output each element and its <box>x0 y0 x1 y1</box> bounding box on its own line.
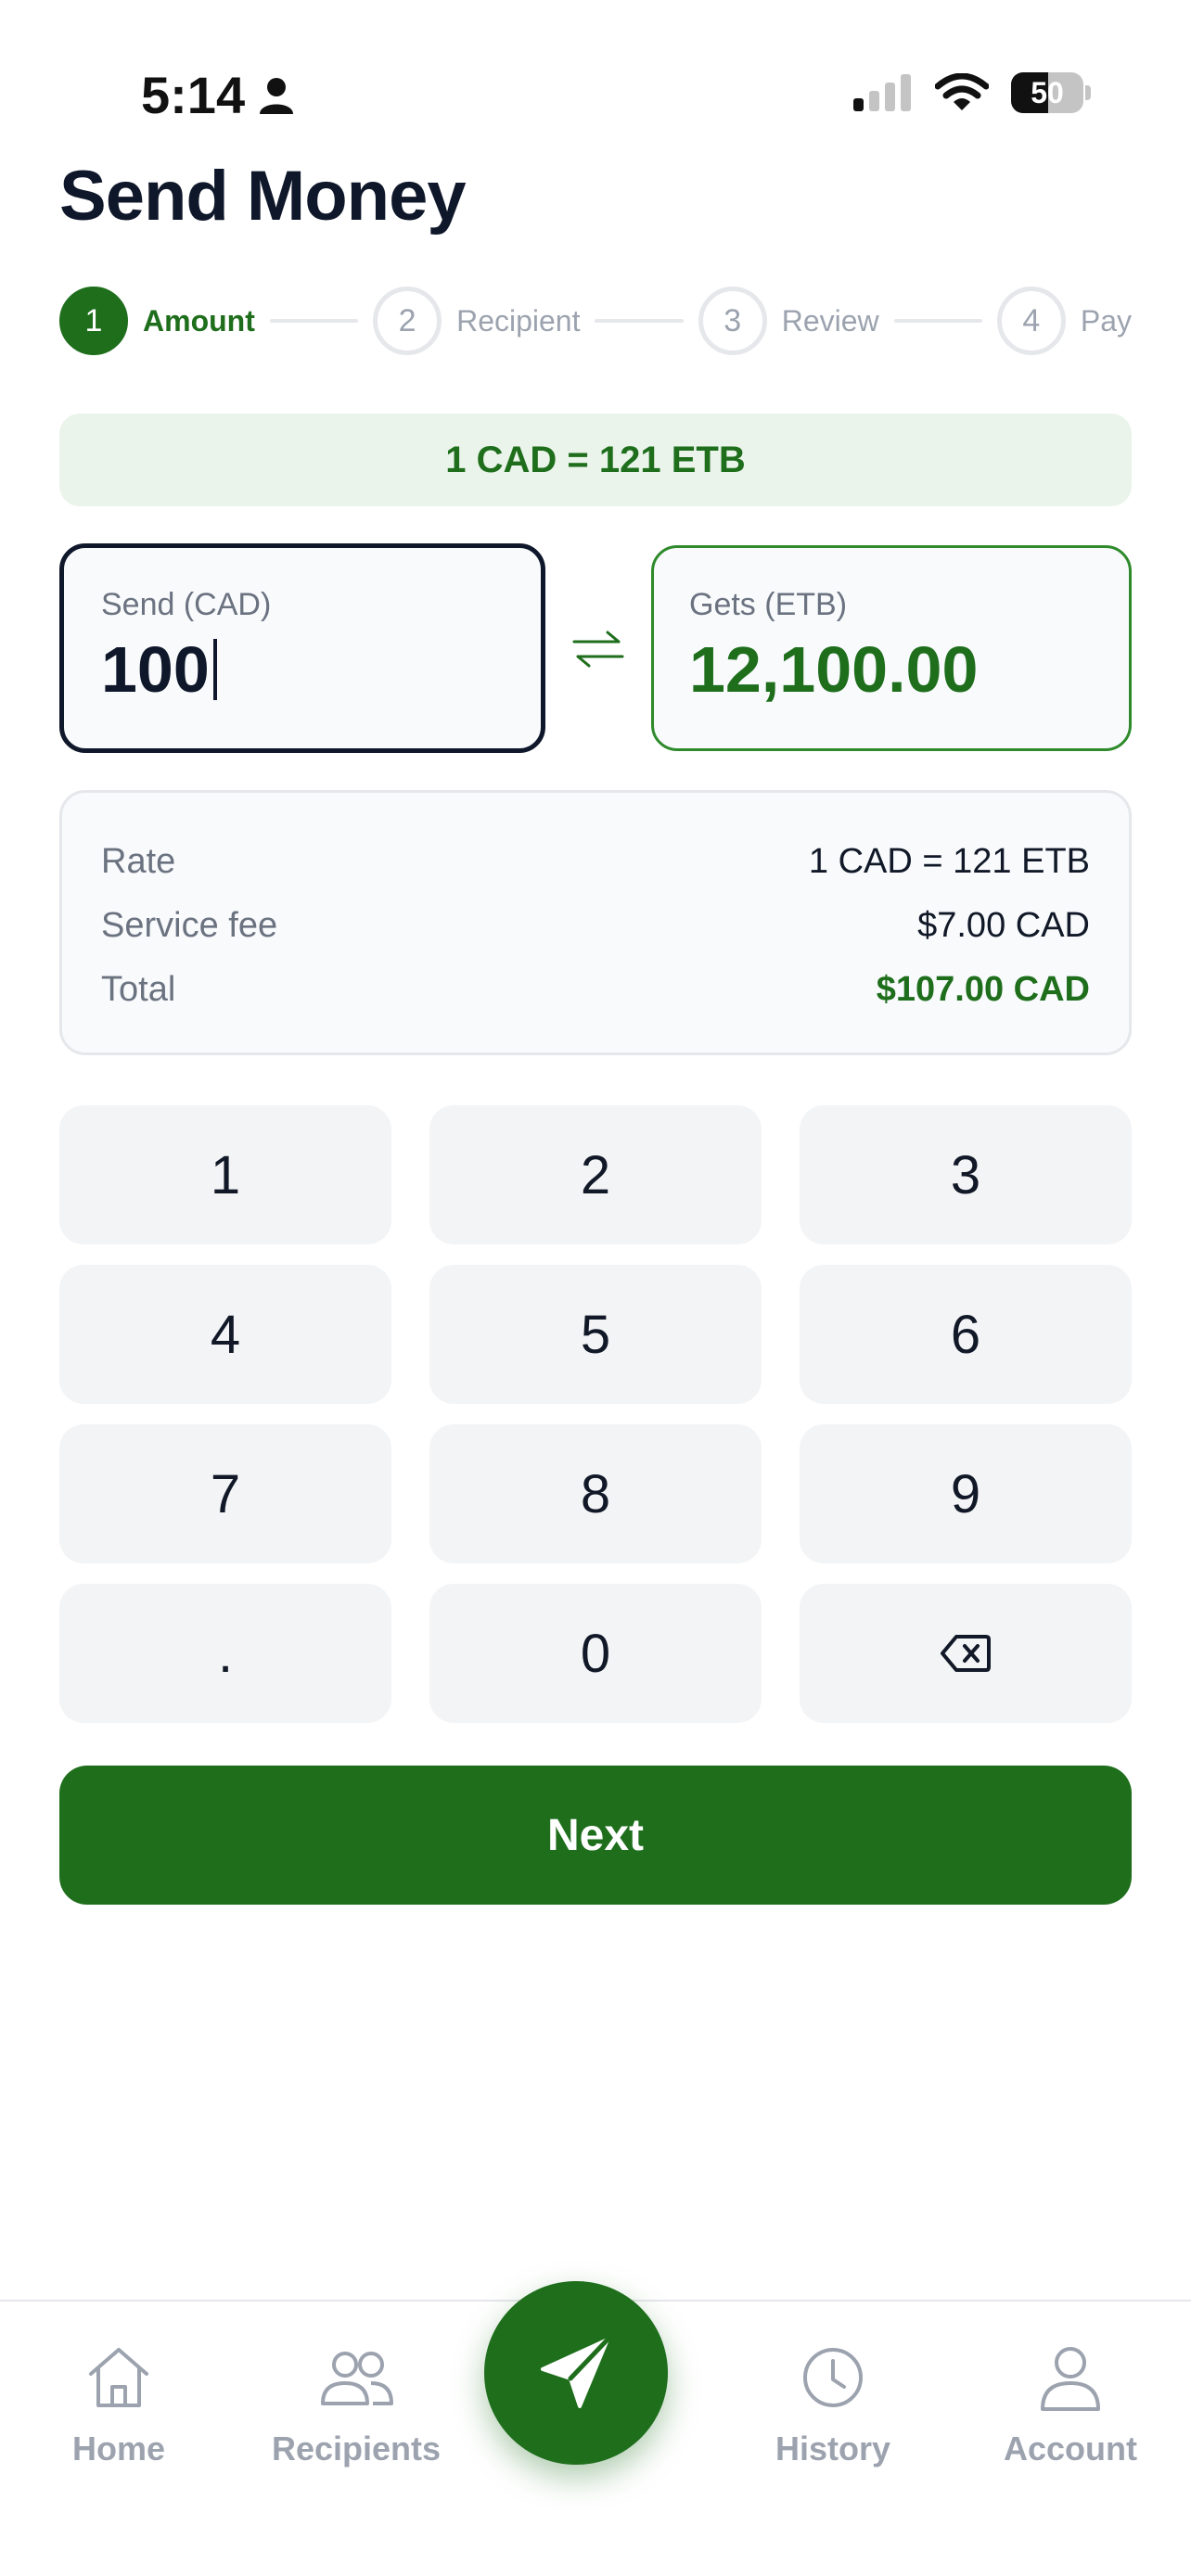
step-label: Pay <box>1080 303 1132 338</box>
summary-label: Total <box>101 970 176 1009</box>
page-title: Send Money <box>59 157 467 236</box>
gets-amount-display: Gets (ETB) 12,100.00 <box>651 545 1132 751</box>
users-icon <box>321 2352 393 2405</box>
step-label: Amount <box>143 303 255 338</box>
summary-value: 1 CAD = 121 ETB <box>808 842 1090 881</box>
step-review[interactable]: 3 Review <box>698 287 879 355</box>
home-icon <box>89 2348 148 2407</box>
nav-label: Home <box>71 2429 166 2468</box>
nav-item-recipients[interactable]: Recipients <box>254 2342 458 2500</box>
send-amount-input[interactable]: Send (CAD) 100 <box>59 543 545 753</box>
summary-label: Service fee <box>101 906 278 945</box>
step-number: 3 <box>698 287 767 355</box>
step-amount[interactable]: 1 Amount <box>59 287 255 355</box>
key-7[interactable]: 7 <box>59 1424 391 1563</box>
step-number: 4 <box>996 287 1066 355</box>
step-label: Recipient <box>456 303 581 338</box>
clock-icon <box>803 2348 863 2407</box>
key-1[interactable]: 1 <box>59 1105 391 1244</box>
key-4[interactable]: 4 <box>59 1265 391 1404</box>
step-pay[interactable]: 4 Pay <box>996 287 1132 355</box>
key-9[interactable]: 9 <box>800 1424 1132 1563</box>
backspace-icon <box>941 1635 991 1672</box>
person-icon <box>260 77 294 114</box>
key-6[interactable]: 6 <box>800 1265 1132 1404</box>
key-5[interactable]: 5 <box>429 1265 762 1404</box>
key-2[interactable]: 2 <box>429 1105 762 1244</box>
text-caret <box>212 639 217 700</box>
key-3[interactable]: 3 <box>800 1105 1132 1244</box>
summary-total-value: $107.00 CAD <box>876 970 1090 1009</box>
number-keypad: 1 2 3 4 5 6 7 8 9 . 0 <box>59 1105 1132 1723</box>
stepper: 1 Amount 2 Recipient 3 Review 4 Pay <box>59 284 1132 358</box>
exchange-rate-banner: 1 CAD = 121 ETB <box>59 414 1132 506</box>
step-connector <box>893 319 982 323</box>
next-button[interactable]: Next <box>59 1766 1132 1905</box>
send-icon <box>541 2337 610 2408</box>
status-icons: 50 <box>853 72 1091 113</box>
nav-item-account[interactable]: Account <box>968 2342 1172 2500</box>
gets-value: 12,100.00 <box>689 633 979 706</box>
summary-row-total: Total $107.00 CAD <box>101 958 1090 1022</box>
summary-row-rate: Rate 1 CAD = 121 ETB <box>101 830 1090 894</box>
nav-label: Account <box>1004 2429 1137 2468</box>
nav-item-home[interactable]: Home <box>17 2342 221 2500</box>
nav-label: Recipients <box>271 2429 442 2468</box>
send-value-row: 100 <box>101 632 504 707</box>
step-number: 1 <box>59 287 128 355</box>
step-connector <box>269 319 359 323</box>
summary-value: $7.00 CAD <box>917 906 1090 945</box>
summary-label: Rate <box>101 842 176 881</box>
swap-arrows-icon[interactable] <box>566 623 631 675</box>
battery-icon: 50 <box>1011 72 1091 113</box>
step-connector <box>595 319 684 323</box>
send-value: 100 <box>101 633 210 706</box>
status-time: 5:14 <box>141 65 295 125</box>
send-fab-button[interactable] <box>484 2281 668 2465</box>
send-label: Send (CAD) <box>101 587 272 622</box>
key-backspace[interactable] <box>800 1584 1132 1723</box>
key-0[interactable]: 0 <box>429 1584 762 1723</box>
step-label: Review <box>781 303 879 338</box>
wifi-icon <box>935 73 989 110</box>
step-number: 2 <box>373 287 442 355</box>
gets-label: Gets (ETB) <box>689 587 848 622</box>
battery-level: 50 <box>1031 75 1064 109</box>
nav-item-history[interactable]: History <box>731 2342 935 2500</box>
step-recipient[interactable]: 2 Recipient <box>373 287 580 355</box>
status-time-text: 5:14 <box>141 66 246 124</box>
user-icon <box>1041 2347 1100 2411</box>
nav-label: History <box>775 2429 891 2468</box>
key-8[interactable]: 8 <box>429 1424 762 1563</box>
fee-summary-card: Rate 1 CAD = 121 ETB Service fee $7.00 C… <box>59 790 1132 1055</box>
signal-icon <box>853 74 911 111</box>
summary-row-fee: Service fee $7.00 CAD <box>101 894 1090 958</box>
key-decimal[interactable]: . <box>59 1584 391 1723</box>
